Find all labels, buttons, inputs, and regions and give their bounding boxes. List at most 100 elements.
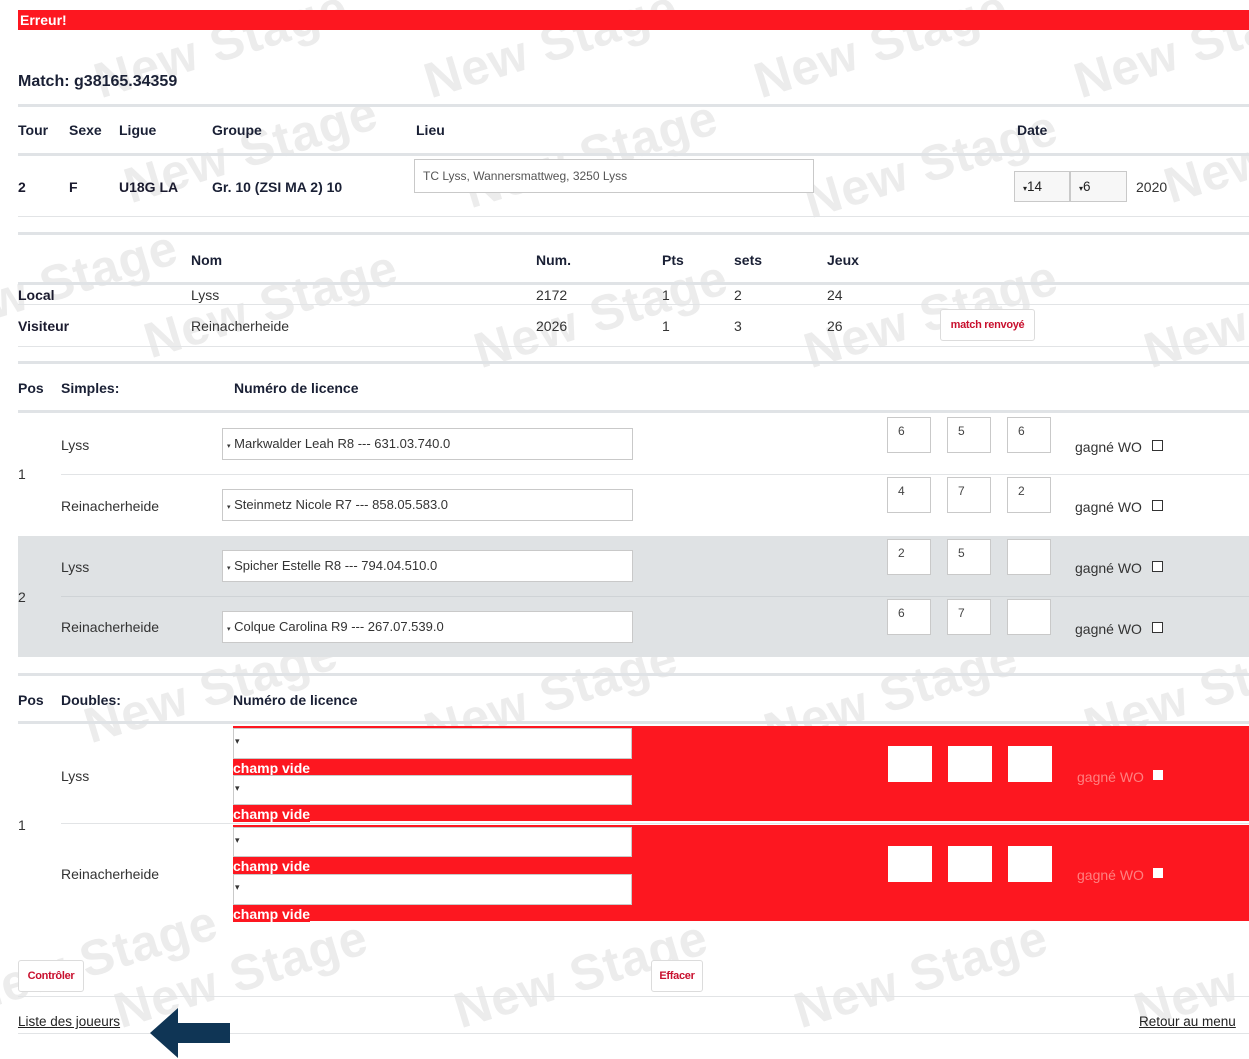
error-banner: Erreur! xyxy=(18,10,1249,30)
score-input[interactable] xyxy=(1008,746,1052,782)
player-value: Markwalder Leah R8 --- 631.03.740.0 xyxy=(234,436,451,451)
score-input[interactable] xyxy=(1008,846,1052,882)
walkover-checkbox[interactable] xyxy=(1152,561,1163,572)
player-select[interactable]: ▾ Steinmetz Nicole R7 --- 858.05.583.0 xyxy=(222,489,633,521)
score-input[interactable]: 6 xyxy=(887,599,931,635)
header-licence-singles: Numéro de licence xyxy=(234,380,359,396)
walkover-label: gagné WO xyxy=(1075,439,1142,455)
singles-team-name: Reinacherheide xyxy=(61,619,160,635)
players-list-link[interactable]: Liste des joueurs xyxy=(18,1014,120,1029)
divider xyxy=(61,596,1249,597)
match-id: g38165.34359 xyxy=(74,73,178,90)
singles-team-name: Lyss xyxy=(61,437,90,453)
player-select[interactable]: ▾ xyxy=(233,874,632,905)
player-value: Steinmetz Nicole R7 --- 858.05.583.0 xyxy=(234,497,449,512)
player-select[interactable]: ▾ Markwalder Leah R8 --- 631.03.740.0 xyxy=(222,428,633,460)
walkover-label: gagné WO xyxy=(1077,867,1144,883)
doubles-team-name: Lyss xyxy=(61,768,90,784)
team-role-visitor: Visiteur xyxy=(18,318,70,334)
player-select[interactable]: ▾ xyxy=(233,827,632,857)
lieu-input[interactable]: TC Lyss, Wannersmattweg, 3250 Lyss xyxy=(414,159,814,193)
player-select[interactable]: ▾ Spicher Estelle R8 --- 794.04.510.0 xyxy=(222,550,633,582)
chevron-down-icon: ▾ xyxy=(235,736,240,746)
doubles-team-name: Reinacherheide xyxy=(61,866,160,882)
score-input[interactable] xyxy=(888,746,932,782)
player-value: Colque Carolina R9 --- 267.07.539.0 xyxy=(234,619,444,634)
score-input[interactable] xyxy=(948,846,992,882)
walkover-label: gagné WO xyxy=(1075,499,1142,515)
header-nom: Nom xyxy=(191,252,223,268)
score-input[interactable]: 5 xyxy=(947,417,991,453)
date-day-value: 14 xyxy=(1027,179,1043,194)
divider xyxy=(18,232,1249,235)
header-tour: Tour xyxy=(18,122,49,138)
divider xyxy=(18,673,1249,676)
team-jeux-local: 24 xyxy=(827,287,843,303)
arrow-left-icon xyxy=(150,1008,230,1058)
check-button[interactable]: Contrôler xyxy=(18,960,84,992)
team-pts-local: 1 xyxy=(662,287,670,303)
team-num-local: 2172 xyxy=(536,287,568,303)
player-select[interactable]: ▾ Colque Carolina R9 --- 267.07.539.0 xyxy=(222,611,633,643)
team-sets-local: 2 xyxy=(734,287,742,303)
match-title: Match: g38165.34359 xyxy=(18,73,177,91)
header-sexe: Sexe xyxy=(69,122,102,138)
date-day-select[interactable]: ▾14 xyxy=(1014,171,1070,202)
divider xyxy=(18,304,1249,305)
chevron-down-icon: ▾ xyxy=(227,443,231,450)
score-input[interactable] xyxy=(948,746,992,782)
header-date: Date xyxy=(1017,122,1048,138)
team-jeux-visitor: 26 xyxy=(827,318,843,334)
singles-team-name: Reinacherheide xyxy=(61,498,160,514)
header-lieu: Lieu xyxy=(416,122,445,138)
date-month-select[interactable]: ▾6 xyxy=(1070,171,1127,202)
score-input[interactable] xyxy=(1007,539,1051,575)
header-ligue: Ligue xyxy=(119,122,157,138)
team-name-local: Lyss xyxy=(191,287,220,303)
header-pos-doubles: Pos xyxy=(18,692,44,708)
header-doubles: Doubles: xyxy=(61,692,121,708)
score-input[interactable]: 7 xyxy=(947,599,991,635)
back-to-menu-link[interactable]: Retour au menu xyxy=(1139,1014,1236,1029)
ligue-value: U18G LA xyxy=(119,179,179,195)
score-input[interactable]: 6 xyxy=(1007,417,1051,453)
score-input[interactable] xyxy=(1007,599,1051,635)
walkover-label: gagné WO xyxy=(1075,560,1142,576)
player-select[interactable]: ▾ xyxy=(233,775,632,805)
walkover-checkbox[interactable] xyxy=(1152,622,1163,633)
match-postponed-button[interactable]: match renvoyé xyxy=(940,309,1035,341)
empty-field-error: champ vide xyxy=(233,906,311,922)
divider xyxy=(18,153,1249,156)
walkover-checkbox[interactable] xyxy=(1153,868,1163,878)
team-num-visitor: 2026 xyxy=(536,318,568,334)
score-input[interactable]: 4 xyxy=(887,477,931,513)
score-input[interactable]: 2 xyxy=(1007,477,1051,513)
date-month-value: 6 xyxy=(1083,179,1091,194)
chevron-down-icon: ▾ xyxy=(227,626,231,633)
walkover-checkbox[interactable] xyxy=(1153,770,1163,780)
header-sets: sets xyxy=(734,252,763,268)
header-pts: Pts xyxy=(662,252,684,268)
team-role-local: Local xyxy=(18,287,55,303)
score-input[interactable] xyxy=(888,846,932,882)
singles-pos: 1 xyxy=(18,466,26,482)
divider xyxy=(18,346,1249,347)
header-singles: Simples: xyxy=(61,380,120,396)
divider xyxy=(18,104,1249,107)
score-input[interactable]: 5 xyxy=(947,539,991,575)
clear-button[interactable]: Effacer xyxy=(651,960,703,992)
chevron-down-icon: ▾ xyxy=(227,504,231,511)
player-select[interactable]: ▾ xyxy=(233,728,632,759)
score-input[interactable]: 6 xyxy=(887,417,931,453)
divider xyxy=(61,474,1249,475)
divider xyxy=(18,410,1249,413)
sexe-value: F xyxy=(69,179,78,195)
chevron-down-icon: ▾ xyxy=(235,882,240,892)
score-input[interactable]: 2 xyxy=(887,539,931,575)
walkover-checkbox[interactable] xyxy=(1152,500,1163,511)
walkover-label: gagné WO xyxy=(1075,621,1142,637)
walkover-checkbox[interactable] xyxy=(1152,440,1163,451)
date-year: 2020 xyxy=(1136,179,1168,195)
team-name-visitor: Reinacherheide xyxy=(191,318,290,334)
score-input[interactable]: 7 xyxy=(947,477,991,513)
